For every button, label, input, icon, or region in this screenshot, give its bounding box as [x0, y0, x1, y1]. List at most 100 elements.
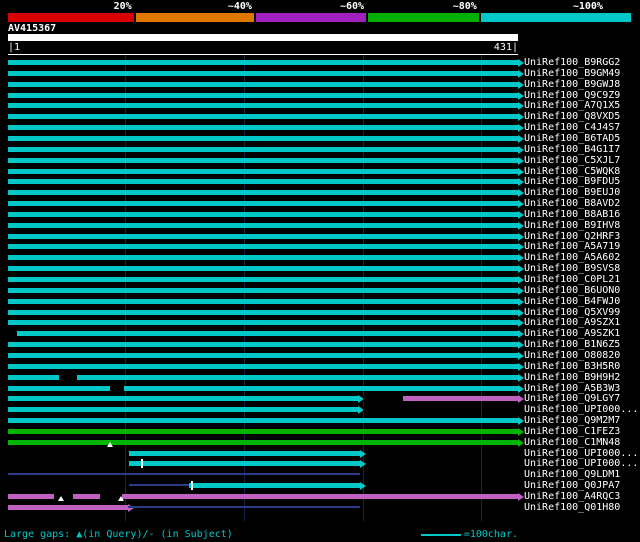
alignment-segment [8, 309, 518, 315]
hit-row: UniRef100_C5XJL7 [0, 155, 640, 166]
hit-label[interactable]: UniRef100_Q9LGY7 [524, 393, 620, 404]
hit-label[interactable]: UniRef100_C5WQK8 [524, 166, 620, 177]
hit-bars [8, 415, 524, 426]
alignment-segment [128, 450, 361, 456]
hit-bars [8, 252, 524, 263]
hit-label[interactable]: UniRef100_UPI000... [524, 448, 638, 459]
hit-row: UniRef100_B9IHV8 [0, 220, 640, 231]
hit-label[interactable]: UniRef100_B6TAD5 [524, 133, 620, 144]
hit-label[interactable]: UniRef100_Q01H80 [524, 502, 620, 513]
alignment-segment [8, 363, 518, 369]
hit-row: UniRef100_A7Q1X5 [0, 100, 640, 111]
hit-row: UniRef100_UPI000... [0, 404, 640, 415]
hit-label[interactable]: UniRef100_B1N6Z5 [524, 339, 620, 350]
hit-label[interactable]: UniRef100_C4J4S7 [524, 122, 620, 133]
alignment-segment [8, 277, 518, 282]
scale-legend: =100char. [420, 529, 518, 540]
hit-row: UniRef100_O80820 [0, 350, 640, 361]
hit-label[interactable]: UniRef100_B4G1I7 [524, 144, 620, 155]
hit-bars [8, 502, 518, 513]
hit-row: UniRef100_B6UON0 [0, 285, 640, 296]
hit-row: UniRef100_A9SZK1 [0, 328, 640, 339]
hit-label[interactable]: UniRef100_B4FWJ0 [524, 296, 620, 307]
hit-label[interactable]: UniRef100_Q9LDM1 [524, 469, 620, 480]
hit-label[interactable]: UniRef100_Q9M2M7 [524, 415, 620, 426]
hit-row: UniRef100_B1N6Z5 [0, 339, 640, 350]
hit-label[interactable]: UniRef100_Q8VXD5 [524, 111, 620, 122]
hit-label[interactable]: UniRef100_B9GWJ8 [524, 79, 620, 90]
hit-label[interactable]: UniRef100_O80820 [524, 350, 620, 361]
hit-row: UniRef100_Q9M2M7 [0, 415, 640, 426]
hit-label[interactable]: UniRef100_Q9C9Z9 [524, 90, 620, 101]
alignment-segment [127, 505, 361, 508]
hit-label[interactable]: UniRef100_B8AB16 [524, 209, 620, 220]
alignment-segment [8, 244, 518, 250]
hit-bars [8, 241, 524, 252]
alignment-segment [8, 146, 518, 152]
hit-label[interactable]: UniRef100_B9H9H2 [524, 372, 620, 383]
hit-bars [8, 339, 524, 350]
legend-color-segment [8, 13, 136, 22]
hit-row: UniRef100_A5B3W3 [0, 383, 640, 394]
hit-label[interactable]: UniRef100_B9EUJ0 [524, 187, 620, 198]
alignment-segment [8, 407, 358, 413]
hit-row: UniRef100_A5A602 [0, 252, 640, 263]
alignment-segment [121, 494, 518, 499]
hit-label[interactable]: UniRef100_A9SZX1 [524, 317, 620, 328]
blast-overview-page: 20% ~40% ~60% ~80% ~100% AV415367 |1 431| Un… [0, 0, 640, 542]
hit-label[interactable]: UniRef100_C5XJL7 [524, 155, 620, 166]
hit-label[interactable]: UniRef100_A4RQC3 [524, 491, 620, 502]
legend-label: 20% [113, 1, 132, 12]
alignment-segment [59, 374, 77, 380]
hit-label[interactable]: UniRef100_B3H5R0 [524, 361, 620, 372]
hit-label[interactable]: UniRef100_B9SVS8 [524, 263, 620, 274]
hit-label[interactable]: UniRef100_B6UON0 [524, 285, 620, 296]
hit-row: UniRef100_B4G1I7 [0, 144, 640, 155]
hit-label[interactable]: UniRef100_B9FDU5 [524, 176, 620, 187]
alignment-segment [8, 439, 518, 445]
hit-label[interactable]: UniRef100_C0PL21 [524, 274, 620, 285]
hit-row: UniRef100_B9GWJ8 [0, 79, 640, 90]
hit-label[interactable]: UniRef100_A7Q1X5 [524, 100, 620, 111]
hit-bars [8, 448, 518, 459]
alignment-segment [8, 473, 361, 476]
alignment-segment [8, 201, 518, 207]
hit-bars [8, 296, 524, 307]
legend-color-segment [135, 13, 256, 22]
alignment-segment [8, 504, 128, 510]
hit-label[interactable]: UniRef100_A9SZK1 [524, 328, 620, 339]
alignment-segment [8, 211, 518, 217]
hit-label[interactable]: UniRef100_B8AVD2 [524, 198, 620, 209]
hit-bars [8, 285, 524, 296]
hit-label[interactable]: UniRef100_Q5XV99 [524, 307, 620, 318]
hit-label[interactable]: UniRef100_C1FEZ3 [524, 426, 620, 437]
legend-label: ~100% [572, 1, 603, 12]
hit-bars [8, 469, 518, 480]
alignment-segment [189, 483, 361, 489]
hit-bars [8, 220, 524, 231]
hit-label[interactable]: UniRef100_A5B3W3 [524, 383, 620, 394]
hit-label[interactable]: UniRef100_B9RGG2 [524, 57, 620, 68]
hit-label[interactable]: UniRef100_A5A602 [524, 252, 620, 263]
query-name: AV415367 [8, 23, 57, 34]
hit-row: UniRef100_Q2HRF3 [0, 231, 640, 242]
hit-bars [8, 274, 524, 285]
arrow-head-icon [360, 482, 367, 491]
hit-bars [8, 198, 524, 209]
alignment-segment [402, 396, 518, 402]
hit-label[interactable]: UniRef100_C1MN48 [524, 437, 620, 448]
legend-label: ~60% [339, 1, 365, 12]
hit-label[interactable]: UniRef100_UPI000... [524, 404, 638, 415]
identity-legend-labels: 20% ~40% ~60% ~80% ~100% [8, 1, 631, 12]
hit-label[interactable]: UniRef100_B9GM49 [524, 68, 620, 79]
hit-row: UniRef100_B8AB16 [0, 209, 640, 220]
hit-row: UniRef100_B9FDU5 [0, 176, 640, 187]
hit-row: UniRef100_C0PL21 [0, 274, 640, 285]
hit-label[interactable]: UniRef100_Q0JPA7 [524, 480, 620, 491]
hit-label[interactable]: UniRef100_B9IHV8 [524, 220, 620, 231]
hit-label[interactable]: UniRef100_A5A719 [524, 241, 620, 252]
hit-label[interactable]: UniRef100_Q2HRF3 [524, 231, 620, 242]
hit-label[interactable]: UniRef100_UPI000... [524, 458, 638, 469]
hit-row: UniRef100_Q9C9Z9 [0, 90, 640, 101]
legend-color-segment [368, 13, 481, 22]
